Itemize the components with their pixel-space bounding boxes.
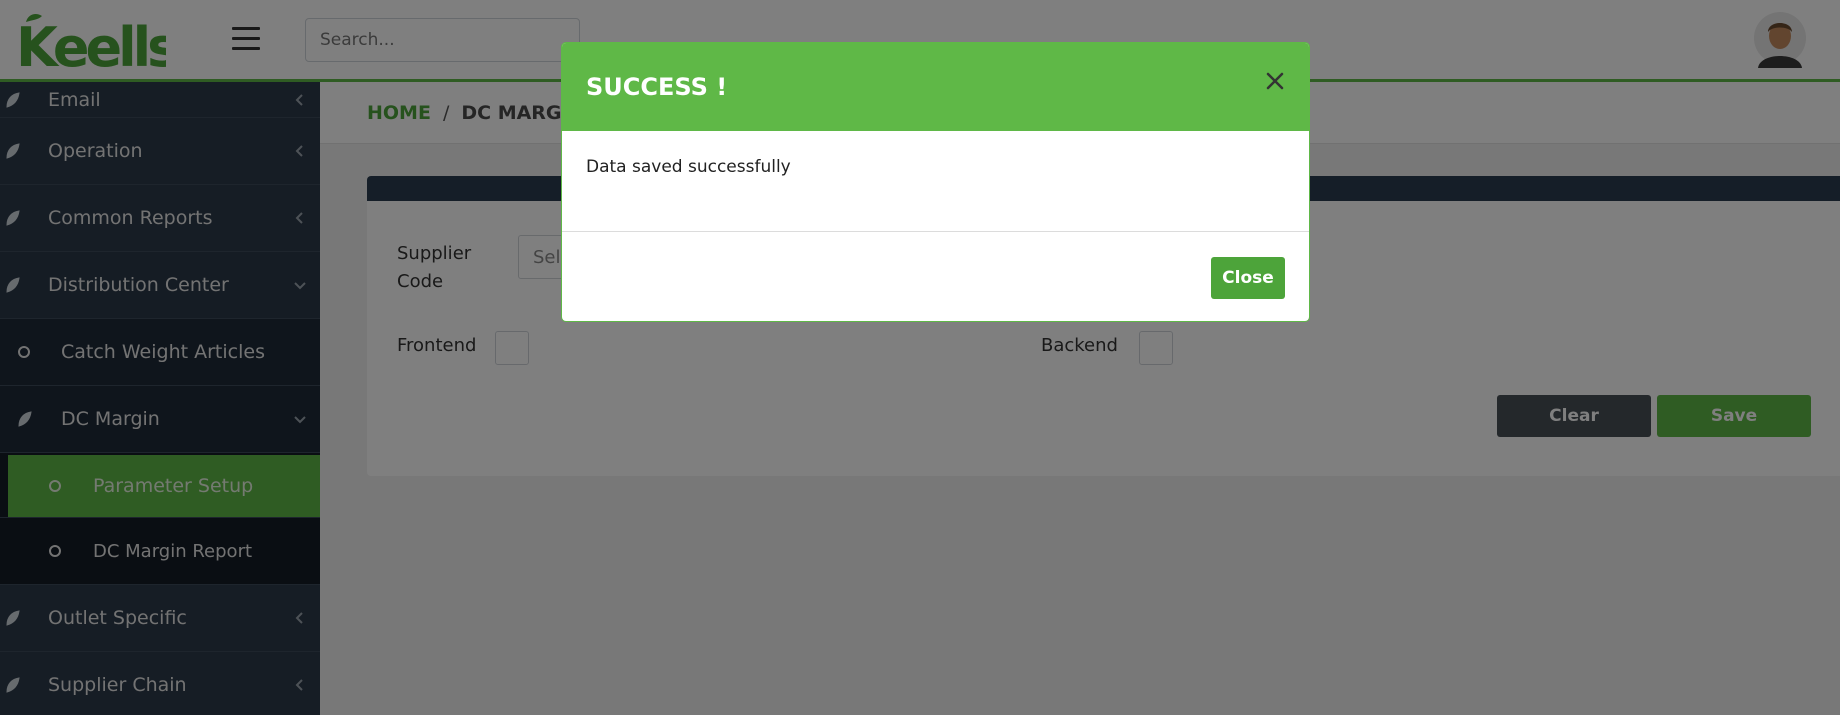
modal-footer: Close	[562, 232, 1309, 321]
modal-body: Data saved successfully	[562, 131, 1309, 232]
modal-header: SUCCESS !	[562, 43, 1309, 131]
modal-message: Data saved successfully	[586, 157, 791, 177]
modal-close-button[interactable]: Close	[1211, 257, 1285, 299]
close-icon[interactable]	[1265, 71, 1285, 91]
success-modal: SUCCESS ! Data saved successfully Close	[561, 42, 1310, 322]
modal-title: SUCCESS !	[586, 73, 728, 101]
